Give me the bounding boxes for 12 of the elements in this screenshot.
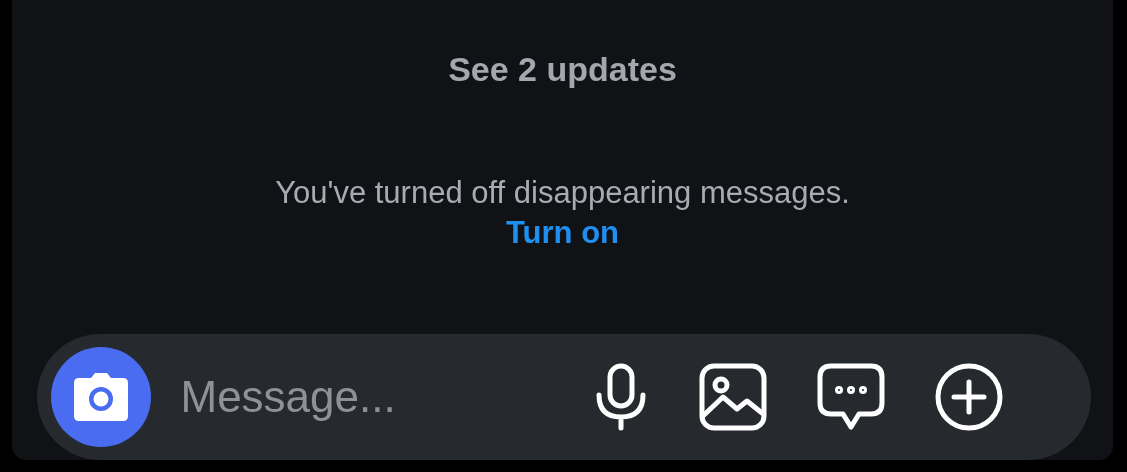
plus-icon [935, 363, 1002, 431]
image-icon [699, 363, 766, 431]
microphone-icon [596, 363, 645, 431]
message-input[interactable]: Message... [178, 371, 483, 424]
turn-on-link[interactable]: Turn on [505, 214, 620, 251]
plus-button[interactable] [934, 363, 1003, 432]
chat-bubble-button[interactable] [816, 363, 885, 432]
notice-text: You've turned off disappearing messages. [275, 174, 850, 211]
image-button[interactable] [698, 363, 767, 432]
chat-bubble-icon [817, 363, 884, 430]
camera-icon [72, 372, 129, 423]
see-updates-button[interactable]: See 2 updates [448, 49, 677, 89]
